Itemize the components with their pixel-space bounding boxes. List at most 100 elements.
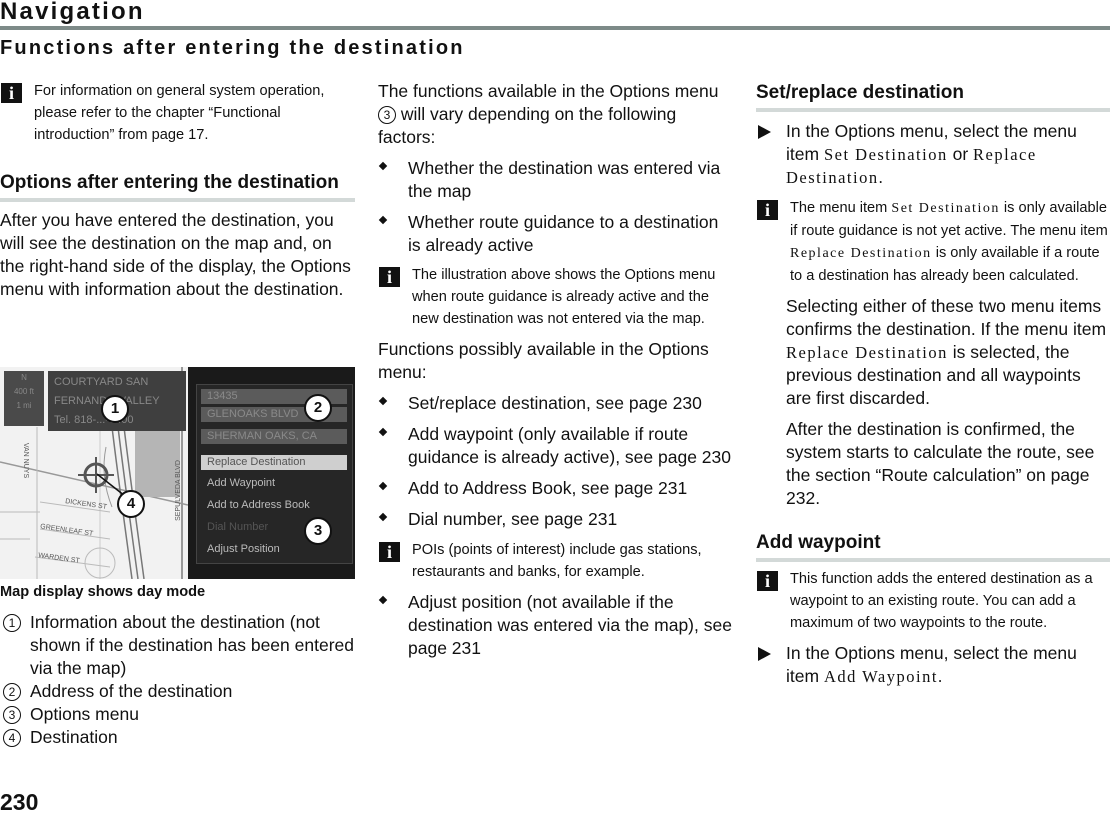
address-row: SHERMAN OAKS, CA — [201, 429, 347, 444]
options-intro: The functions available in the Options m… — [378, 80, 733, 149]
step-text: . — [937, 667, 944, 686]
instruction-step: In the Options menu, select the menu ite… — [756, 642, 1110, 688]
list-item-text: Dial number, see page 231 — [408, 509, 618, 529]
list-item-text: Adjust position (not available if the de… — [408, 592, 732, 658]
instruction-step: In the Options menu, select the menu ite… — [756, 120, 1110, 189]
legend-text: Destination — [30, 727, 118, 747]
menu-label-replace-destination: Replace Destination — [790, 246, 932, 261]
info-note-general: i For information on general system oper… — [0, 80, 355, 146]
page-number: 230 — [0, 789, 39, 815]
info-note-waypoint: i This function adds the entered destina… — [756, 568, 1110, 634]
scale-line: 1 mi — [16, 401, 32, 410]
functions-list: Set/replace destination, see page 230 Ad… — [378, 392, 733, 531]
bullet-icon — [378, 396, 388, 406]
scale-line: 400 ft — [13, 387, 34, 396]
scale-line: N — [21, 373, 27, 382]
step-arrow-icon — [758, 125, 771, 139]
options-intro-text: will vary depending on the following fac… — [378, 104, 677, 147]
section-title: Functions after entering the destination — [0, 37, 465, 59]
paragraph-text: Selecting either of these two menu items… — [786, 296, 1107, 339]
legend-item: 4 Destination — [0, 726, 355, 749]
callout-2: 2 — [304, 394, 332, 422]
list-item: Dial number, see page 231 — [378, 508, 733, 531]
street-label: VAN NUYS — [22, 442, 30, 479]
scale-box: N 400 ft 1 mi — [4, 371, 44, 426]
column-left: i For information on general system oper… — [0, 80, 355, 301]
legend-text: Options menu — [30, 704, 139, 724]
legend-number: 1 — [3, 614, 21, 632]
note-text: The menu item — [790, 200, 888, 216]
note-text: For information on general system operat… — [34, 83, 325, 143]
list-item-text: Add to Address Book, see page 231 — [408, 478, 688, 498]
list-item: Whether route guidance to a destination … — [378, 211, 733, 257]
subheading-add-waypoint: Add waypoint — [756, 530, 1110, 562]
info-note-set-replace: i The menu item Set Destination is only … — [756, 197, 1110, 287]
chapter-rule — [0, 26, 1110, 30]
info-icon: i — [379, 542, 400, 562]
info-line: COURTYARD SAN — [54, 376, 149, 388]
note-text: This function adds the entered destinati… — [790, 571, 1093, 631]
confirm-paragraph: Selecting either of these two menu items… — [756, 295, 1110, 410]
list-item-text: Whether the destination was entered via … — [408, 158, 721, 201]
step-arrow-icon — [758, 647, 771, 661]
info-icon: i — [1, 83, 22, 103]
column-right: Set/replace destination In the Options m… — [756, 80, 1110, 688]
chapter-title: Navigation — [0, 0, 145, 25]
step-text: . — [878, 168, 885, 187]
list-item-text: Set/replace destination, see page 230 — [408, 393, 702, 413]
list-item-text: Whether route guidance to a destination … — [408, 212, 719, 255]
step-text: or — [952, 144, 969, 164]
route-calc-paragraph: After the destination is confirmed, the … — [786, 419, 1095, 508]
bullet-icon — [378, 512, 388, 522]
menu-item-adjust-position[interactable]: Adjust Position — [201, 542, 347, 557]
info-icon: i — [757, 571, 778, 591]
info-icon: i — [379, 267, 400, 287]
note-text: POIs (points of interest) include gas st… — [412, 542, 702, 580]
functions-list-more: Adjust position (not available if the de… — [378, 591, 733, 660]
note-text: The illustration above shows the Options… — [412, 267, 716, 327]
bullet-icon — [378, 215, 388, 225]
subheading-set-replace: Set/replace destination — [756, 80, 1110, 112]
legend-number: 4 — [3, 729, 21, 747]
legend-text: Information about the destination (not s… — [30, 612, 354, 678]
menu-label-set-destination: Set Destination — [823, 145, 948, 164]
legend-item: 1 Information about the destination (not … — [0, 611, 355, 680]
options-intro-text: The functions available in the Options m… — [378, 81, 719, 101]
menu-label-add-waypoint: Add Waypoint — [823, 667, 938, 686]
options-menu-panel: 13435 GLENOAKS BLVD SHERMAN OAKS, CA Rep… — [188, 367, 355, 579]
figure-legend: 1 Information about the destination (not … — [0, 611, 355, 749]
menu-item-add-to-address-book[interactable]: Add to Address Book — [201, 498, 347, 513]
list-item-text: Add waypoint (only available if route gu… — [408, 424, 731, 467]
legend-item: 2 Address of the destination — [0, 680, 355, 703]
menu-item-add-waypoint[interactable]: Add Waypoint — [201, 476, 347, 491]
list-item: Whether the destination was entered via … — [378, 157, 733, 203]
bullet-icon — [378, 595, 388, 605]
callout-3: 3 — [304, 517, 332, 545]
info-note-poi: i POIs (points of interest) include gas … — [378, 539, 733, 583]
map-figure: N 400 ft 1 mi COURTYARD SAN FERNANDO VAL… — [0, 367, 355, 579]
legend-number: 3 — [3, 706, 21, 724]
intro-paragraph: After you have entered the destination, … — [0, 210, 351, 299]
list-item: Add waypoint (only available if route gu… — [378, 423, 733, 469]
callout-4: 4 — [117, 490, 145, 518]
info-icon: i — [757, 200, 778, 220]
list-item: Adjust position (not available if the de… — [378, 591, 733, 660]
legend-text: Address of the destination — [30, 681, 233, 701]
list-item: Add to Address Book, see page 231 — [378, 477, 733, 500]
list-item: Set/replace destination, see page 230 — [378, 392, 733, 415]
figure-caption: Map display shows day mode — [0, 584, 206, 600]
bullet-icon — [378, 161, 388, 171]
bullet-icon — [378, 481, 388, 491]
functions-intro: Functions possibly available in the Opti… — [378, 339, 709, 382]
column-middle: The functions available in the Options m… — [378, 80, 733, 660]
map-view: N 400 ft 1 mi COURTYARD SAN FERNANDO VAL… — [0, 367, 188, 579]
factors-list: Whether the destination was entered via … — [378, 157, 733, 257]
menu-label-replace-destination: Replace Destination — [786, 343, 948, 362]
ref-number: 3 — [378, 106, 396, 124]
legend-number: 2 — [3, 683, 21, 701]
callout-1: 1 — [101, 395, 129, 423]
info-note-illustration: i The illustration above shows the Optio… — [378, 264, 733, 330]
menu-item-replace-destination[interactable]: Replace Destination — [201, 455, 347, 470]
subheading-options: Options after entering the destination — [0, 170, 355, 202]
bullet-icon — [378, 427, 388, 437]
